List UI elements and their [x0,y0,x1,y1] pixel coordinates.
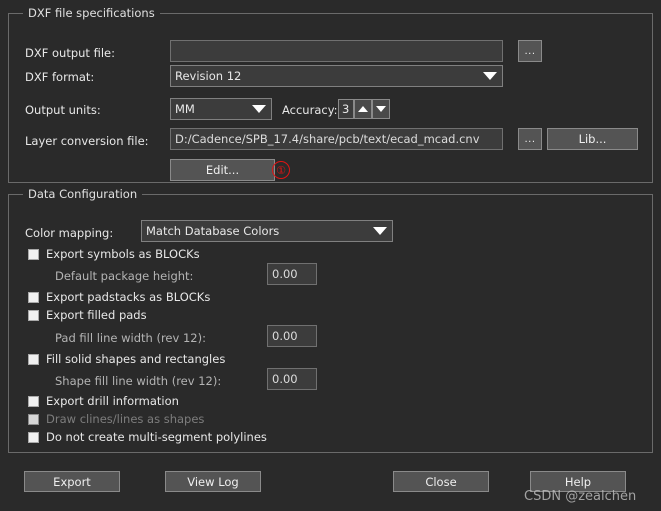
dxf-output-file-browse-button[interactable]: ... [518,40,542,62]
checkbox-fill-solid-shapes-and-rectangles[interactable]: Fill solid shapes and rectangles [28,352,225,366]
layer-conversion-lib-button[interactable]: Lib... [547,128,638,150]
checkbox-label: Export filled pads [46,308,147,322]
accuracy-decrement-button[interactable] [372,99,390,119]
checkbox-icon [28,413,39,425]
output-units-value: MM [175,102,195,116]
triangle-up-icon [358,106,368,112]
checkbox-export-filled-pads[interactable]: Export filled pads [28,308,147,322]
checkbox-label: Export drill information [46,394,179,408]
checkbox-label: Export symbols as BLOCKs [46,247,200,261]
output-units-label: Output units: [25,103,101,117]
accuracy-increment-button[interactable] [354,99,372,119]
dxf-file-specifications-group: DXF file specifications [8,6,653,183]
checkbox-icon[interactable] [28,395,39,407]
checkbox-draw-clines-lines-as-shapes: Draw clines/lines as shapes [28,412,204,426]
checkbox-icon[interactable] [28,291,39,303]
shape-fill-line-width-input[interactable]: 0.00 [267,368,317,390]
checkbox-icon[interactable] [28,248,39,260]
checkbox-icon[interactable] [28,431,39,443]
checkbox-export-drill-information[interactable]: Export drill information [28,394,179,408]
chevron-down-icon [373,227,387,235]
triangle-down-icon [376,106,386,112]
dxf-format-label: DXF format: [25,70,95,84]
annotation-marker-1: ① [272,161,290,179]
output-units-select[interactable]: MM [170,98,272,120]
checkbox-label: Draw clines/lines as shapes [46,412,205,426]
checkbox-icon[interactable] [28,309,39,321]
layer-conversion-edit-button[interactable]: Edit... [170,159,275,181]
view-log-button[interactable]: View Log [165,471,261,492]
pad-fill-line-width-input[interactable]: 0.00 [267,325,317,347]
color-mapping-select[interactable]: Match Database Colors [141,220,393,242]
default-package-height-label: Default package height: [55,269,194,283]
color-mapping-value: Match Database Colors [146,224,280,238]
dxf-export-dialog: DXF file specifications DXF output file:… [0,0,661,511]
checkbox-do-not-create-multi-segment-polylines[interactable]: Do not create multi-segment polylines [28,430,267,444]
shape-fill-line-width-label: Shape fill line width (rev 12): [55,374,222,388]
pad-fill-line-width-label: Pad fill line width (rev 12): [55,331,206,345]
dxf-format-select[interactable]: Revision 12 [170,65,503,87]
data-group-title: Data Configuration [23,187,143,201]
dxf-group-title: DXF file specifications [23,6,160,20]
accuracy-label: Accuracy: [282,103,338,117]
dxf-output-file-label: DXF output file: [25,46,115,60]
close-button[interactable]: Close [393,471,489,492]
default-package-height-input[interactable]: 0.00 [267,263,317,285]
checkbox-icon[interactable] [28,353,39,365]
checkbox-export-padstacks-as-blocks[interactable]: Export padstacks as BLOCKs [28,290,210,304]
layer-conversion-browse-button[interactable]: ... [518,128,542,150]
checkbox-label: Fill solid shapes and rectangles [46,352,226,366]
accuracy-input[interactable]: 3 [338,99,354,119]
dxf-format-value: Revision 12 [175,69,242,83]
chevron-down-icon [252,105,266,113]
dxf-output-file-input[interactable] [170,40,503,62]
layer-conversion-file-input[interactable]: D:/Cadence/SPB_17.4/share/pcb/text/ecad_… [170,128,503,150]
chevron-down-icon [483,72,497,80]
watermark-text: CSDN @zealchen [524,489,637,504]
checkbox-export-symbols-as-blocks[interactable]: Export symbols as BLOCKs [28,247,200,261]
export-button[interactable]: Export [24,471,120,492]
color-mapping-label: Color mapping: [25,226,114,240]
layer-conversion-file-label: Layer conversion file: [25,134,149,148]
checkbox-label: Export padstacks as BLOCKs [46,290,211,304]
checkbox-label: Do not create multi-segment polylines [46,430,267,444]
